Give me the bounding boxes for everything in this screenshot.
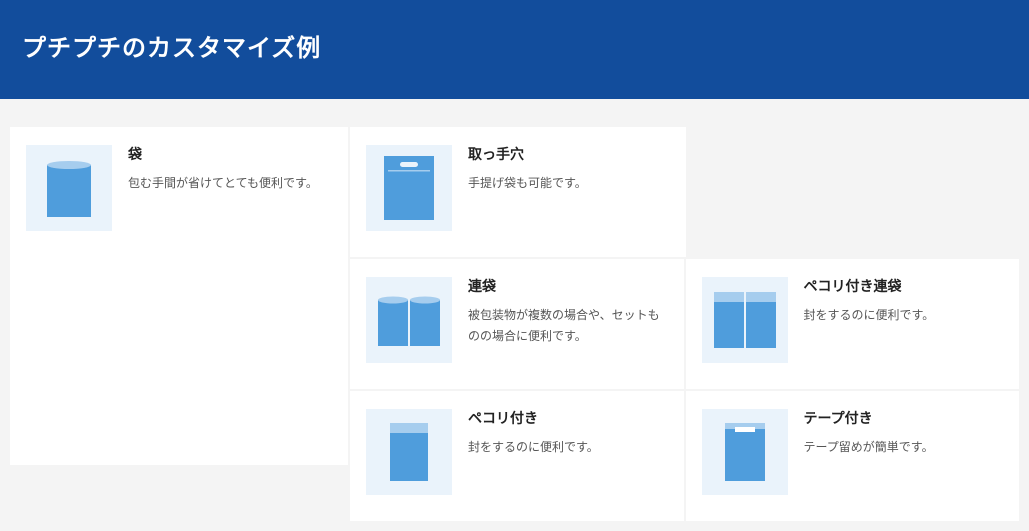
card-multi-desc: 被包装物が複数の場合や、セットものの場合に便利です。 [468,305,668,348]
card-multi-flap-title: ペコリ付き連袋 [804,277,1004,297]
banner: プチプチのカスタマイズ例 [0,0,1029,99]
flap-icon [390,423,428,481]
card-multi-title: 連袋 [468,277,668,297]
card-handle-title: 取っ手穴 [468,145,670,165]
tape-icon [725,423,765,481]
card-flap: ペコリ付き 封をするのに便利です。 [350,391,684,521]
thumb-handle [366,145,452,231]
row-multi: 連袋 被包装物が複数の場合や、セットものの場合に便利です。 [350,259,1019,389]
column-left: 袋 包む手間が省けてとても便利です。 [10,127,348,521]
card-multi-text: 連袋 被包装物が複数の場合や、セットものの場合に便利です。 [468,277,668,365]
thumb-multi-flap [702,277,788,363]
card-flap-title: ペコリ付き [468,409,668,429]
card-tape: テープ付き テープ留めが簡単です。 [686,391,1020,521]
card-multi-flap: ペコリ付き連袋 封をするのに便利です。 [686,259,1020,389]
thumb-tape [702,409,788,495]
card-bag-text: 袋 包む手間が省けてとても便利です。 [128,145,332,441]
card-bag-desc: 包む手間が省けてとても便利です。 [128,173,332,195]
handle-icon [384,156,434,220]
bag-icon [47,159,91,217]
card-bag-title: 袋 [128,145,332,165]
card-multi-flap-desc: 封をするのに便利です。 [804,305,1004,327]
banner-title: プチプチのカスタマイズ例 [22,35,321,62]
card-handle: 取っ手穴 手提げ袋も可能です。 [350,127,686,257]
card-tape-text: テープ付き テープ留めが簡単です。 [804,409,1004,497]
card-flap-desc: 封をするのに便利です。 [468,437,668,459]
thumb-flap [366,409,452,495]
card-tape-desc: テープ留めが簡単です。 [804,437,1004,459]
multi-flap-icon [714,292,776,348]
card-grid: 袋 包む手間が省けてとても便利です。 [10,127,1019,521]
thumb-multi [366,277,452,363]
card-multi: 連袋 被包装物が複数の場合や、セットものの場合に便利です。 [350,259,684,389]
content: 袋 包む手間が省けてとても便利です。 [0,99,1029,521]
card-multi-flap-text: ペコリ付き連袋 封をするのに便利です。 [804,277,1004,365]
row-handle: 取っ手穴 手提げ袋も可能です。 [350,127,1019,257]
card-tape-title: テープ付き [804,409,1004,429]
thumb-bag [26,145,112,231]
card-handle-text: 取っ手穴 手提げ袋も可能です。 [468,145,670,233]
row-flap-tape: ペコリ付き 封をするのに便利です。 テープ付き テープ留めが簡 [350,391,1019,521]
card-handle-desc: 手提げ袋も可能です。 [468,173,670,195]
column-right: 取っ手穴 手提げ袋も可能です。 [350,127,1019,521]
card-flap-text: ペコリ付き 封をするのに便利です。 [468,409,668,497]
card-bag: 袋 包む手間が省けてとても便利です。 [10,127,348,465]
multi-icon [378,294,440,346]
